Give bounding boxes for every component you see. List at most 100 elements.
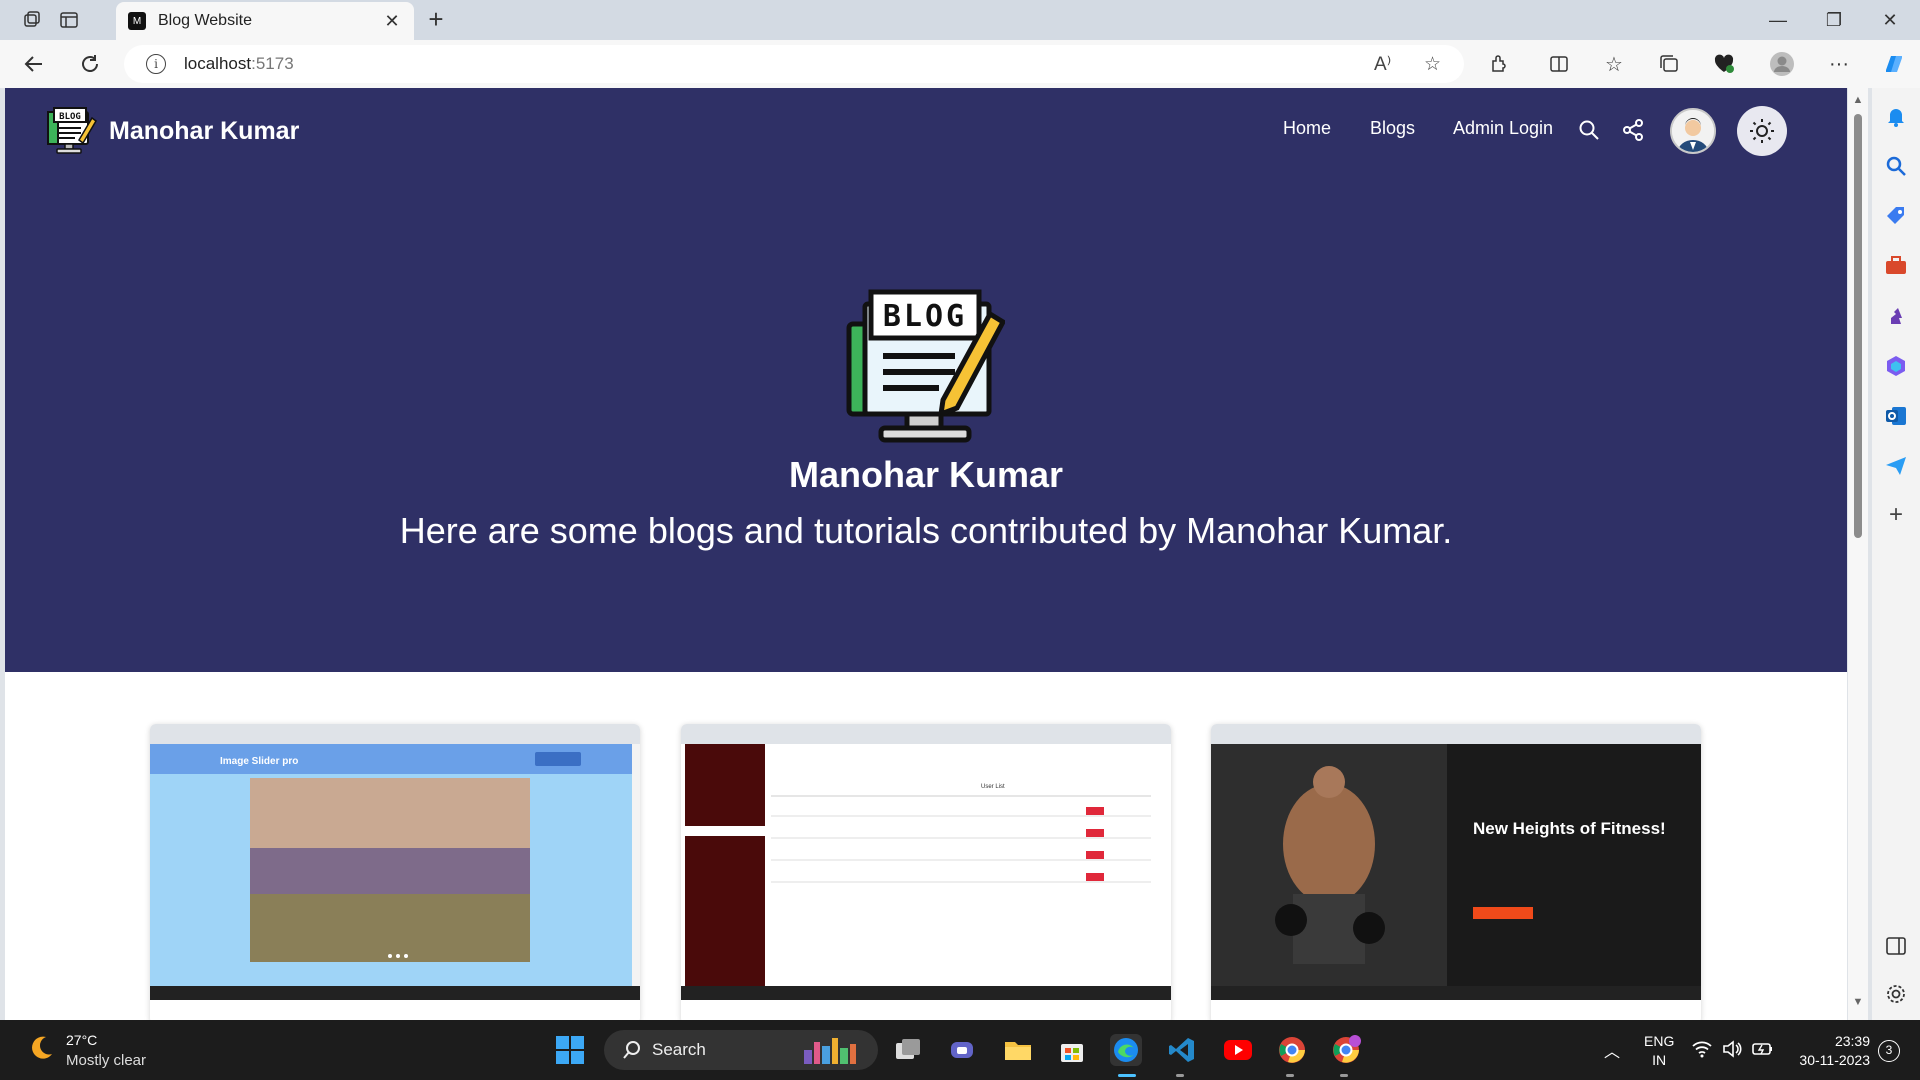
scroll-down-arrow-icon[interactable]: ▼	[1852, 996, 1864, 1008]
address-toolbar: i localhost:5173 A⁾ ☆ ☆ ···	[0, 40, 1920, 88]
microsoft365-icon[interactable]	[1884, 354, 1908, 378]
browser-essentials-icon[interactable]	[1710, 50, 1738, 78]
search-icon[interactable]	[1577, 118, 1601, 142]
chrome-icon[interactable]	[1276, 1034, 1308, 1066]
blog-card-image-slider[interactable]: Image Slider pro	[150, 724, 640, 1020]
wifi-icon[interactable]	[1692, 1040, 1712, 1058]
volume-icon[interactable]	[1722, 1040, 1742, 1058]
blog-card-gym[interactable]: New Heights of Fitness!	[1211, 724, 1701, 1020]
chrome-profile-icon[interactable]	[1330, 1034, 1362, 1066]
scroll-thumb[interactable]	[1854, 114, 1862, 538]
svg-text:BLOG: BLOG	[59, 112, 81, 122]
tab-favicon-icon: M	[128, 12, 146, 30]
edge-browser-icon[interactable]	[1110, 1034, 1142, 1066]
tab-title: Blog Website	[158, 12, 252, 29]
file-explorer-icon[interactable]	[1002, 1034, 1034, 1066]
sidebar-search-icon[interactable]	[1884, 154, 1908, 178]
notification-count-badge[interactable]: 3	[1878, 1040, 1900, 1062]
sun-icon	[1750, 119, 1774, 143]
clock[interactable]: 23:39 30-11-2023	[1792, 1032, 1870, 1070]
blog-card-list: Image Slider pro User List New Heights o…	[5, 724, 1847, 1020]
card-thumbnail-image-slider: Image Slider pro	[150, 724, 640, 1000]
blog-logo-icon: BLOG	[47, 107, 97, 154]
back-arrow-icon[interactable]	[20, 50, 48, 78]
page-scrollbar[interactable]: ▲ ▼	[1848, 88, 1868, 1020]
restore-button[interactable]: ❐	[1810, 6, 1858, 34]
extensions-icon[interactable]	[1485, 50, 1513, 78]
shopping-tag-icon[interactable]	[1884, 204, 1908, 228]
windows-taskbar: 27°C Mostly clear Search ︿ ENG IN 23:39 …	[0, 1020, 1920, 1080]
theme-toggle-button[interactable]	[1737, 106, 1787, 156]
taskbar-search-box[interactable]: Search	[604, 1030, 878, 1070]
hide-sidebar-icon[interactable]	[1884, 934, 1908, 958]
tab-actions-icon[interactable]	[57, 8, 81, 32]
edge-sidebar: +	[1872, 88, 1920, 1020]
hero-section: BLOG Manohar Kumar Here are some blogs a…	[5, 172, 1847, 672]
thumb-title-image-slider: Image Slider pro	[220, 756, 298, 767]
tools-briefcase-icon[interactable]	[1884, 254, 1908, 278]
show-hidden-icons-chevron-icon[interactable]: ︿	[1604, 1038, 1620, 1062]
telegram-send-icon[interactable]	[1884, 454, 1908, 478]
weather-moon-icon[interactable]	[26, 1033, 56, 1063]
chrome-running-indicator	[1286, 1074, 1294, 1077]
blog-card-user-list[interactable]: User List	[681, 724, 1171, 1020]
card-thumbnail-user-list: User List	[681, 724, 1171, 1000]
edge-active-indicator	[1118, 1074, 1136, 1077]
collections-icon[interactable]	[1655, 50, 1683, 78]
avatar-person-icon	[1672, 110, 1714, 152]
copilot-icon[interactable]	[1880, 50, 1908, 78]
split-screen-icon[interactable]	[1545, 50, 1573, 78]
weather-temperature[interactable]: 27°C	[66, 1032, 97, 1048]
brand-name: Manohar Kumar	[109, 116, 300, 145]
reload-icon[interactable]	[76, 50, 104, 78]
hero-subtitle: Here are some blogs and tutorials contri…	[399, 510, 1453, 551]
microsoft-store-icon[interactable]	[1056, 1034, 1088, 1066]
weather-description[interactable]: Mostly clear	[66, 1052, 146, 1069]
chrome-profile-running-indicator	[1340, 1074, 1348, 1077]
windows-start-icon[interactable]	[554, 1034, 586, 1066]
scroll-up-arrow-icon[interactable]: ▲	[1852, 94, 1864, 106]
hero-logo-text: BLOG	[883, 299, 967, 334]
vscode-icon[interactable]	[1166, 1034, 1198, 1066]
new-tab-button[interactable]: +	[422, 6, 450, 34]
close-tab-icon[interactable]: ✕	[382, 11, 402, 32]
input-language[interactable]: ENG IN	[1644, 1032, 1674, 1070]
clock-time: 23:39	[1834, 1033, 1870, 1049]
share-icon[interactable]	[1621, 118, 1645, 142]
task-view-icon[interactable]	[892, 1034, 924, 1066]
minimize-button[interactable]: —	[1754, 6, 1802, 34]
battery-icon[interactable]	[1752, 1040, 1774, 1058]
close-window-button[interactable]: ✕	[1866, 6, 1914, 34]
sidebar-settings-gear-icon[interactable]	[1884, 982, 1908, 1006]
read-aloud-icon[interactable]: A⁾	[1374, 53, 1391, 76]
games-chess-icon[interactable]	[1884, 304, 1908, 328]
url-bar[interactable]: i localhost:5173 A⁾ ☆	[124, 45, 1464, 83]
thumb-title-user-list: User List	[981, 784, 1005, 790]
url-host: localhost	[184, 54, 252, 73]
favorite-star-icon[interactable]: ☆	[1424, 53, 1441, 76]
notifications-bell-icon[interactable]	[1884, 104, 1908, 128]
search-highlight-city-icon	[804, 1038, 856, 1064]
profile-icon[interactable]	[1768, 50, 1796, 78]
url-port: :5173	[251, 54, 294, 73]
favorites-icon[interactable]: ☆	[1600, 50, 1628, 78]
teams-chat-icon[interactable]	[946, 1034, 978, 1066]
more-options-icon[interactable]: ···	[1825, 50, 1853, 78]
taskbar-search-label: Search	[652, 1040, 706, 1059]
workspaces-icon[interactable]	[20, 8, 44, 32]
nav-home[interactable]: Home	[1283, 118, 1331, 139]
taskbar-search-icon	[623, 1041, 640, 1059]
youtube-icon[interactable]	[1222, 1034, 1254, 1066]
browser-tab-strip: M Blog Website ✕ + — ❐ ✕	[0, 0, 1920, 40]
site-info-icon[interactable]: i	[146, 54, 166, 74]
user-avatar[interactable]	[1670, 108, 1716, 154]
add-sidebar-app-icon[interactable]: +	[1884, 503, 1908, 528]
brand[interactable]: BLOG Manohar Kumar	[45, 106, 299, 156]
vscode-running-indicator	[1176, 1074, 1184, 1077]
nav-blogs[interactable]: Blogs	[1370, 118, 1415, 139]
lang-bottom: IN	[1652, 1052, 1667, 1068]
tab-blog-website[interactable]: M Blog Website ✕	[116, 2, 414, 40]
hero-title: Manohar Kumar	[788, 454, 1064, 495]
outlook-icon[interactable]	[1884, 404, 1908, 428]
nav-admin-login[interactable]: Admin Login	[1453, 118, 1553, 139]
